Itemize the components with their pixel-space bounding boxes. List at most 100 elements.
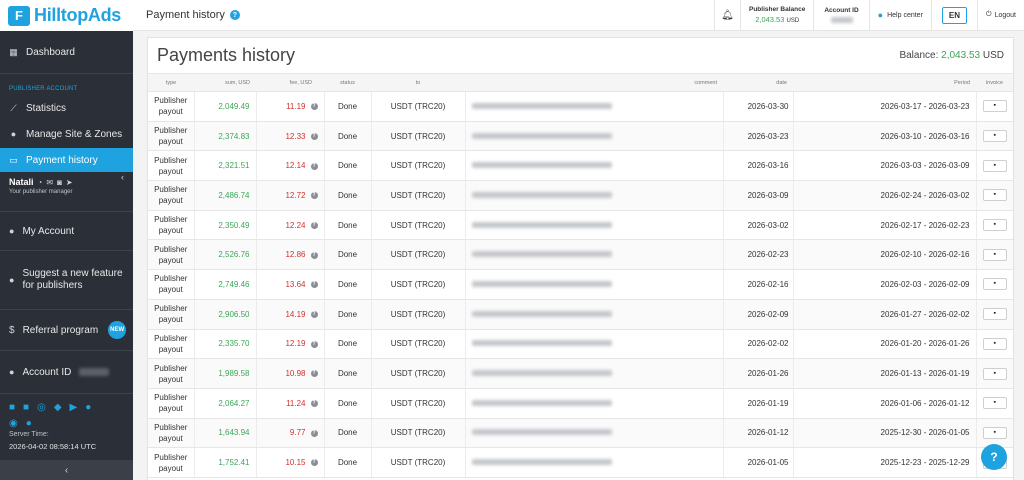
invoice-download-button[interactable]: ▪ bbox=[982, 159, 1007, 172]
invoice-download-button[interactable]: ▪ bbox=[982, 130, 1007, 143]
fee-value: 10.98 bbox=[285, 369, 306, 379]
sidebar-item-payment-history[interactable]: ▭ Payment history bbox=[0, 148, 133, 172]
cell-sum: 2,906.50 bbox=[193, 299, 256, 330]
fee-info-icon[interactable]: ? bbox=[310, 251, 318, 259]
invoice-download-button[interactable]: ▪ bbox=[982, 100, 1007, 113]
type-line-2: payout bbox=[158, 137, 183, 147]
col-status[interactable]: status bbox=[324, 73, 371, 92]
cell-fee: 12.86? bbox=[255, 239, 324, 271]
facebook-icon[interactable]: ■ bbox=[9, 402, 15, 413]
telegram-icon[interactable]: ● bbox=[85, 402, 91, 413]
fee-value: 11.19 bbox=[286, 101, 306, 111]
fee-info-icon[interactable]: ? bbox=[310, 221, 318, 229]
language-button[interactable]: EN bbox=[941, 6, 968, 24]
cell-sum: 2,486.74 bbox=[193, 180, 256, 211]
cell-comment bbox=[464, 329, 723, 360]
logout-button[interactable]: ⏻ Logout bbox=[977, 0, 1024, 31]
cell-period: 2026-03-17 - 2026-03-23 bbox=[792, 91, 976, 122]
cell-status: Done bbox=[323, 239, 371, 271]
type-line-2: payout bbox=[158, 196, 183, 206]
col-comment[interactable]: comment bbox=[465, 73, 723, 92]
social-links: ■ ■ ◎ ◆ ▶ ● bbox=[0, 402, 133, 413]
cell-comment bbox=[464, 299, 723, 330]
tiktok-icon[interactable]: ◉ bbox=[9, 418, 18, 429]
twitter-icon[interactable]: ◆ bbox=[54, 402, 62, 413]
cell-date: 2026-01-19 bbox=[722, 388, 793, 419]
whatsapp-icon[interactable]: ◔ bbox=[38, 178, 43, 187]
invoice-download-button[interactable]: ▪ bbox=[982, 248, 1007, 261]
cell-status: Done bbox=[323, 299, 371, 330]
cell-type: Publisher payout bbox=[148, 121, 194, 152]
sidebar-item-referral[interactable]: $ Referral program NEW bbox=[0, 310, 133, 350]
col-type[interactable]: type bbox=[148, 73, 194, 92]
help-center-link[interactable]: ● Help center bbox=[868, 0, 931, 31]
fee-info-icon[interactable]: ? bbox=[310, 281, 318, 289]
balance-currency: USD bbox=[982, 50, 1004, 61]
col-to[interactable]: to bbox=[371, 73, 465, 92]
cell-invoice: ▪ bbox=[975, 121, 1013, 152]
sidebar-item-label: Manage Site & Zones bbox=[26, 128, 123, 140]
sidebar-item-suggest-feature[interactable]: ● Suggest a new feature for publishers bbox=[0, 251, 133, 309]
card-icon: ▭ bbox=[9, 154, 18, 165]
invoice-download-button[interactable]: ▪ bbox=[982, 308, 1007, 321]
sidebar-item-my-account[interactable]: ● My Account bbox=[0, 212, 133, 250]
instagram-icon[interactable]: ◎ bbox=[37, 402, 46, 413]
comment-redacted bbox=[471, 429, 612, 436]
cell-to: USDT (TRC20) bbox=[370, 239, 465, 271]
fee-info-icon[interactable]: ? bbox=[310, 162, 318, 170]
invoice-download-button[interactable]: ▪ bbox=[982, 426, 1007, 439]
save-icon: ▪ bbox=[993, 399, 996, 407]
col-period[interactable]: Period bbox=[793, 73, 976, 92]
youtube-icon[interactable]: ▶ bbox=[70, 402, 78, 413]
chat-support-button[interactable]: ? bbox=[981, 444, 1007, 470]
cell-period: 2026-01-13 - 2026-01-19 bbox=[792, 358, 976, 389]
fee-info-icon[interactable]: ? bbox=[310, 192, 318, 200]
skype-icon[interactable]: ◙ bbox=[57, 178, 62, 187]
sidebar-item-manage-sites[interactable]: ● Manage Site & Zones bbox=[0, 122, 133, 146]
invoice-download-button[interactable]: ▪ bbox=[982, 337, 1007, 350]
save-icon: ▪ bbox=[993, 250, 996, 258]
col-sum[interactable]: sum, USD bbox=[194, 73, 256, 92]
payments-panel: Payments history Balance: 2,043.53 USD t… bbox=[147, 37, 1014, 480]
sidebar-collapse-button[interactable]: ‹ bbox=[0, 460, 133, 480]
sidebar-item-statistics[interactable]: ⟋ Statistics bbox=[0, 96, 133, 120]
col-fee[interactable]: fee, USD bbox=[256, 73, 324, 92]
fee-info-icon[interactable]: ? bbox=[310, 400, 318, 408]
linkedin-icon[interactable]: ■ bbox=[23, 402, 29, 413]
fee-info-icon[interactable]: ? bbox=[310, 370, 318, 378]
sidebar-item-dashboard[interactable]: ▦ Dashboard bbox=[0, 40, 133, 64]
fee-info-icon[interactable]: ? bbox=[310, 103, 318, 111]
cell-period: 2026-01-06 - 2026-01-12 bbox=[792, 388, 976, 419]
invoice-download-button[interactable]: ▪ bbox=[982, 219, 1007, 232]
fee-info-icon[interactable]: ? bbox=[310, 459, 318, 467]
user-icon: ● bbox=[9, 367, 15, 377]
invoice-download-button[interactable]: ▪ bbox=[982, 278, 1007, 291]
fee-info-icon[interactable]: ? bbox=[310, 132, 318, 140]
comment-redacted bbox=[471, 221, 612, 228]
table-header-row: type sum, USD fee, USD status to comment… bbox=[148, 73, 1013, 92]
balance-value: 2,043.53 bbox=[941, 50, 981, 61]
email-icon[interactable]: ✉ bbox=[46, 178, 53, 187]
telegram-icon[interactable]: ➤ bbox=[66, 178, 73, 187]
help-icon[interactable]: ? bbox=[229, 10, 240, 20]
page-title: Payment history ? bbox=[133, 9, 240, 21]
invoice-download-button[interactable]: ▪ bbox=[982, 189, 1007, 202]
cell-to: USDT (TRC20) bbox=[370, 180, 465, 211]
fee-info-icon[interactable]: ? bbox=[310, 311, 318, 319]
balance-label: Balance: bbox=[899, 50, 939, 61]
invoice-download-button[interactable]: ▪ bbox=[982, 367, 1007, 380]
cell-sum: 2,064.27 bbox=[193, 388, 256, 419]
chevron-left-icon[interactable]: ‹ bbox=[121, 172, 124, 182]
spotify-icon[interactable]: ● bbox=[26, 418, 32, 429]
col-invoice[interactable]: invoice bbox=[976, 73, 1013, 92]
table-row: Publisher payout 2,374.83 12.33? Done USDT (T… bbox=[148, 121, 1013, 152]
cell-sum: 2,049.49 bbox=[193, 91, 256, 122]
notifications-bell-icon[interactable]: 🔔︎ bbox=[714, 0, 740, 31]
col-date[interactable]: date bbox=[723, 73, 793, 92]
fee-info-icon[interactable]: ? bbox=[310, 429, 318, 437]
fee-value: 12.72 bbox=[285, 190, 306, 200]
fee-info-icon[interactable]: ? bbox=[310, 340, 318, 348]
brand-logo[interactable]: F HilltopAds bbox=[0, 0, 133, 31]
invoice-download-button[interactable]: ▪ bbox=[982, 397, 1007, 410]
sidebar-divider bbox=[0, 73, 133, 74]
